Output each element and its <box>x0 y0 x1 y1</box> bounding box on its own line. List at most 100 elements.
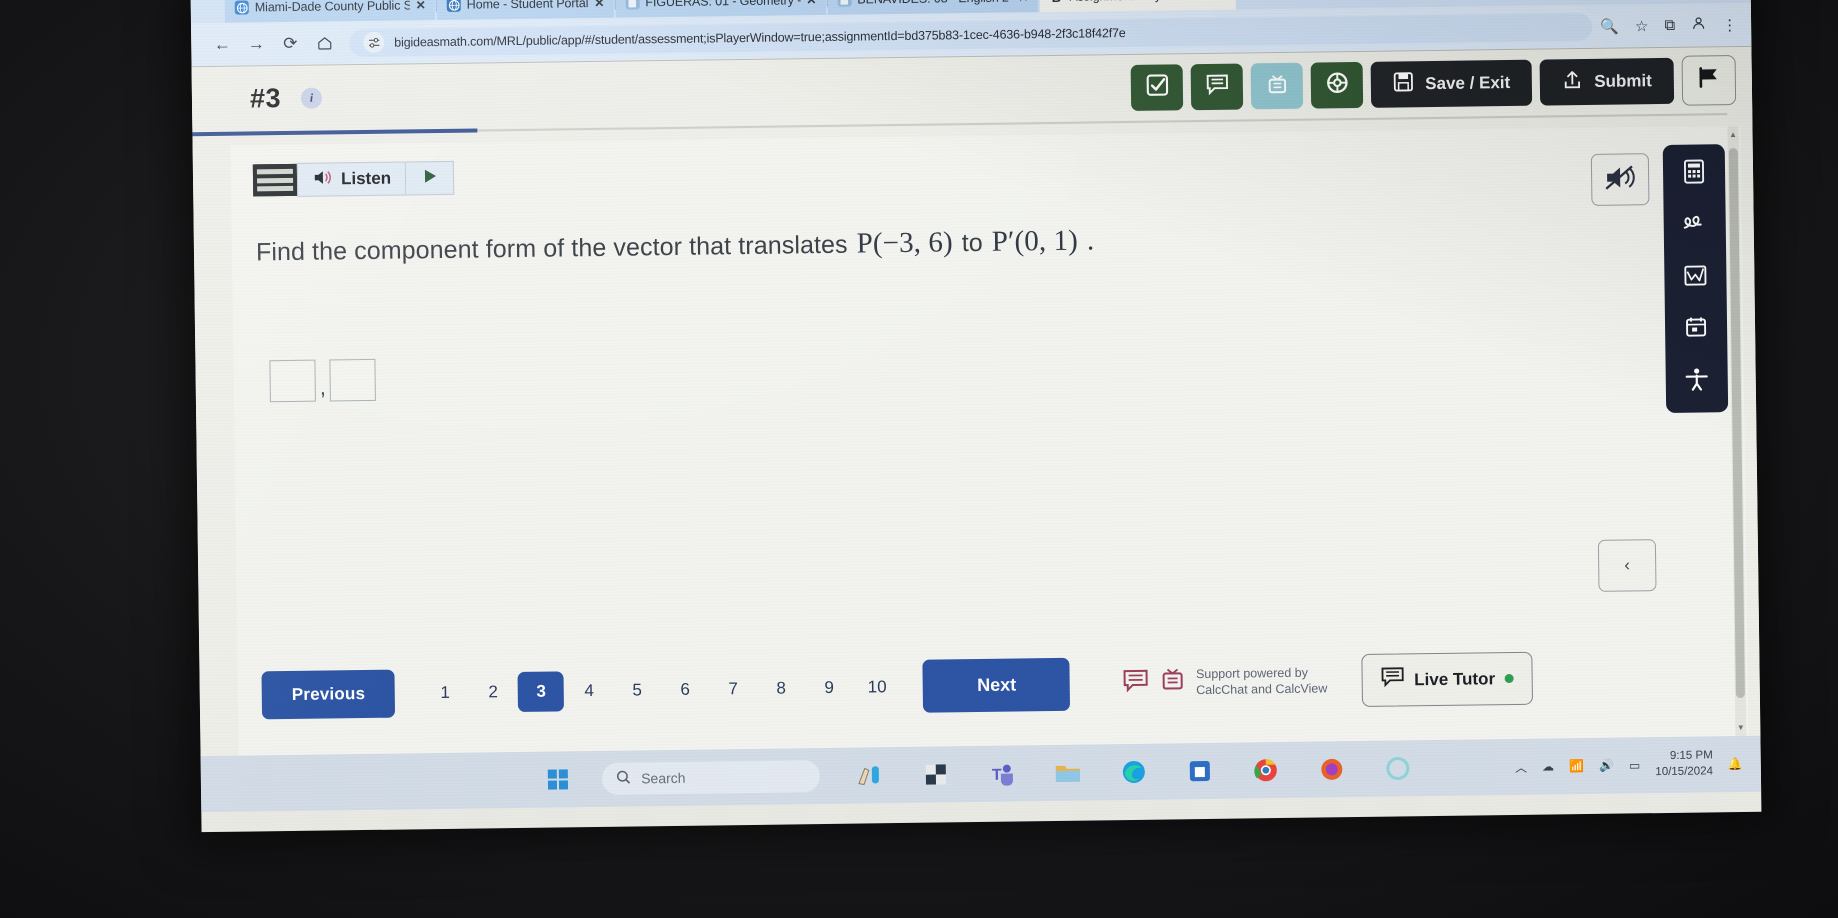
play-triangle-icon <box>420 167 438 190</box>
app-header-actions: Save / Exit Submit <box>1130 54 1737 113</box>
new-tab-button[interactable]: + <box>1235 0 1269 10</box>
chevron-up-icon[interactable]: ︿ <box>1515 758 1527 775</box>
check-answer-button[interactable] <box>1130 63 1184 111</box>
battery-icon[interactable]: ▭ <box>1629 758 1641 772</box>
page-button-8[interactable]: 8 <box>757 678 805 699</box>
answer-input-x[interactable] <box>269 359 316 403</box>
support-block: Support powered by CalcChat and CalcView <box>1122 665 1327 699</box>
tab-label: Assignment Player <box>1069 0 1210 4</box>
chat-button[interactable] <box>1190 62 1244 110</box>
wifi-icon[interactable]: 📶 <box>1569 759 1584 773</box>
info-icon[interactable]: i <box>300 87 323 109</box>
profile-icon[interactable] <box>1691 15 1706 34</box>
support-line-1: Support powered by <box>1195 665 1308 682</box>
scroll-down-arrow[interactable]: ▼ <box>1736 723 1745 732</box>
flashcard-tool[interactable] <box>1681 314 1711 344</box>
reload-icon[interactable]: ⟳ <box>273 26 307 60</box>
tutorial-video-button[interactable] <box>1250 62 1304 109</box>
folder-icon[interactable] <box>1052 757 1084 789</box>
page-button-2[interactable]: 2 <box>469 682 517 703</box>
graphing-tool[interactable] <box>1680 262 1710 292</box>
snipping-tool-icon[interactable] <box>854 759 886 791</box>
scroll-up-arrow[interactable]: ▲ <box>1729 130 1738 139</box>
page-title: #3 <box>249 83 282 114</box>
back-arrow-icon[interactable]: ← <box>205 27 239 61</box>
upload-icon <box>1562 69 1583 95</box>
listen-button[interactable]: Listen <box>296 161 407 197</box>
page-button-10[interactable]: 10 <box>853 677 901 698</box>
browser-tab-0[interactable]: Miami-Dade County Public S ✕ <box>224 0 437 23</box>
calcchat-icon[interactable] <box>1122 668 1150 699</box>
page-number-list: 1 2 3 4 5 6 7 8 9 10 <box>421 667 901 713</box>
close-icon[interactable]: ✕ <box>1216 0 1226 2</box>
close-icon[interactable]: ✕ <box>594 0 604 10</box>
page-button-4[interactable]: 4 <box>565 680 613 701</box>
chat-icon <box>1205 71 1230 101</box>
flag-button[interactable] <box>1681 54 1737 106</box>
file-explorer-icon[interactable] <box>920 758 952 790</box>
page-button-9[interactable]: 9 <box>805 677 853 698</box>
save-exit-label: Save / Exit <box>1425 72 1511 93</box>
video-tutorial-icon <box>1265 70 1290 100</box>
taskbar-search[interactable]: Search <box>601 760 821 795</box>
submit-button[interactable]: Submit <box>1539 57 1675 106</box>
lifesaver-icon <box>1325 70 1350 100</box>
next-button[interactable]: Next <box>922 657 1071 713</box>
browser-toolbar-icons: 🔍 ☆ ⧉ ⋮ <box>1600 15 1737 36</box>
help-button[interactable] <box>1310 61 1364 109</box>
answer-input-y[interactable] <box>329 358 377 402</box>
firefox-icon[interactable] <box>1316 753 1348 785</box>
onedrive-icon[interactable]: ☁ <box>1542 759 1554 773</box>
teams-icon[interactable]: T <box>986 757 1018 789</box>
support-text: Support powered by CalcChat and CalcView <box>1196 665 1327 698</box>
bookmark-star-icon[interactable]: ☆ <box>1635 17 1649 35</box>
page-button-3[interactable]: 3 <box>517 670 565 712</box>
page-button-6[interactable]: 6 <box>661 679 709 700</box>
mute-button[interactable] <box>1590 153 1650 206</box>
page-button-1[interactable]: 1 <box>421 682 469 703</box>
page-button-7[interactable]: 7 <box>709 678 757 699</box>
assignment-player-app: #3 i Save / Exit Submit Listen Find the … <box>191 45 1761 757</box>
close-icon[interactable]: ✕ <box>416 0 426 12</box>
volume-icon[interactable]: 🔊 <box>1599 759 1614 773</box>
save-exit-button[interactable]: Save / Exit <box>1370 59 1533 108</box>
site-settings-icon[interactable] <box>363 31 385 53</box>
laptop-screen: Miami-Dade County Public S ✕ Home - Stud… <box>190 0 1762 833</box>
live-tutor-button[interactable]: Live Tutor <box>1360 651 1534 707</box>
page-scrollbar[interactable]: ▲ ▼ <box>1727 125 1747 737</box>
collections-icon[interactable]: ⧉ <box>1664 17 1675 34</box>
home-icon[interactable] <box>307 26 341 60</box>
browser-tab-1[interactable]: Home - Student Portal ✕ <box>436 0 616 21</box>
question-prefix: Find the component form of the vector th… <box>255 230 848 267</box>
taskbar-clock[interactable]: 9:15 PM 10/15/2024 <box>1655 749 1713 781</box>
page-button-5[interactable]: 5 <box>613 680 661 701</box>
edge-icon[interactable] <box>1118 756 1150 788</box>
calcview-icon[interactable] <box>1159 667 1187 698</box>
menu-icon[interactable]: ⋮ <box>1722 16 1737 34</box>
windows-logo-icon[interactable] <box>547 769 569 790</box>
chrome-icon[interactable] <box>1250 754 1282 786</box>
accessibility-tool[interactable] <box>1682 366 1712 396</box>
submit-label: Submit <box>1594 70 1652 91</box>
scratchpad-tool[interactable] <box>1680 210 1710 240</box>
search-icon <box>616 770 631 788</box>
notification-bell-icon[interactable]: 🔔 <box>1728 757 1743 771</box>
close-icon[interactable]: ✕ <box>1018 0 1028 4</box>
question-card: Listen Find the component form of the ve… <box>230 125 1749 756</box>
collapse-panel-button[interactable]: ‹ <box>1597 539 1657 592</box>
flag-icon <box>1696 64 1722 95</box>
store-icon[interactable] <box>1184 755 1216 787</box>
browser-tab-2[interactable]: FIGUERAS: 01 - Geometry - / ✕ <box>615 0 828 18</box>
forward-arrow-icon[interactable]: → <box>239 27 273 61</box>
close-icon[interactable]: ✕ <box>806 0 816 7</box>
calculator-tool[interactable] <box>1679 158 1709 188</box>
tab-label: FIGUERAS: 01 - Geometry - / <box>645 0 801 10</box>
photo-of-laptop-screen: Miami-Dade County Public S ✕ Home - Stud… <box>0 0 1838 918</box>
unknown-app-icon[interactable] <box>1382 752 1414 784</box>
support-line-2: CalcChat and CalcView <box>1196 680 1328 697</box>
play-button[interactable] <box>405 160 455 196</box>
filmstrip-icon <box>252 163 298 197</box>
scrollbar-thumb[interactable] <box>1728 148 1745 699</box>
zoom-icon[interactable]: 🔍 <box>1600 17 1619 35</box>
previous-button[interactable]: Previous <box>261 669 396 719</box>
